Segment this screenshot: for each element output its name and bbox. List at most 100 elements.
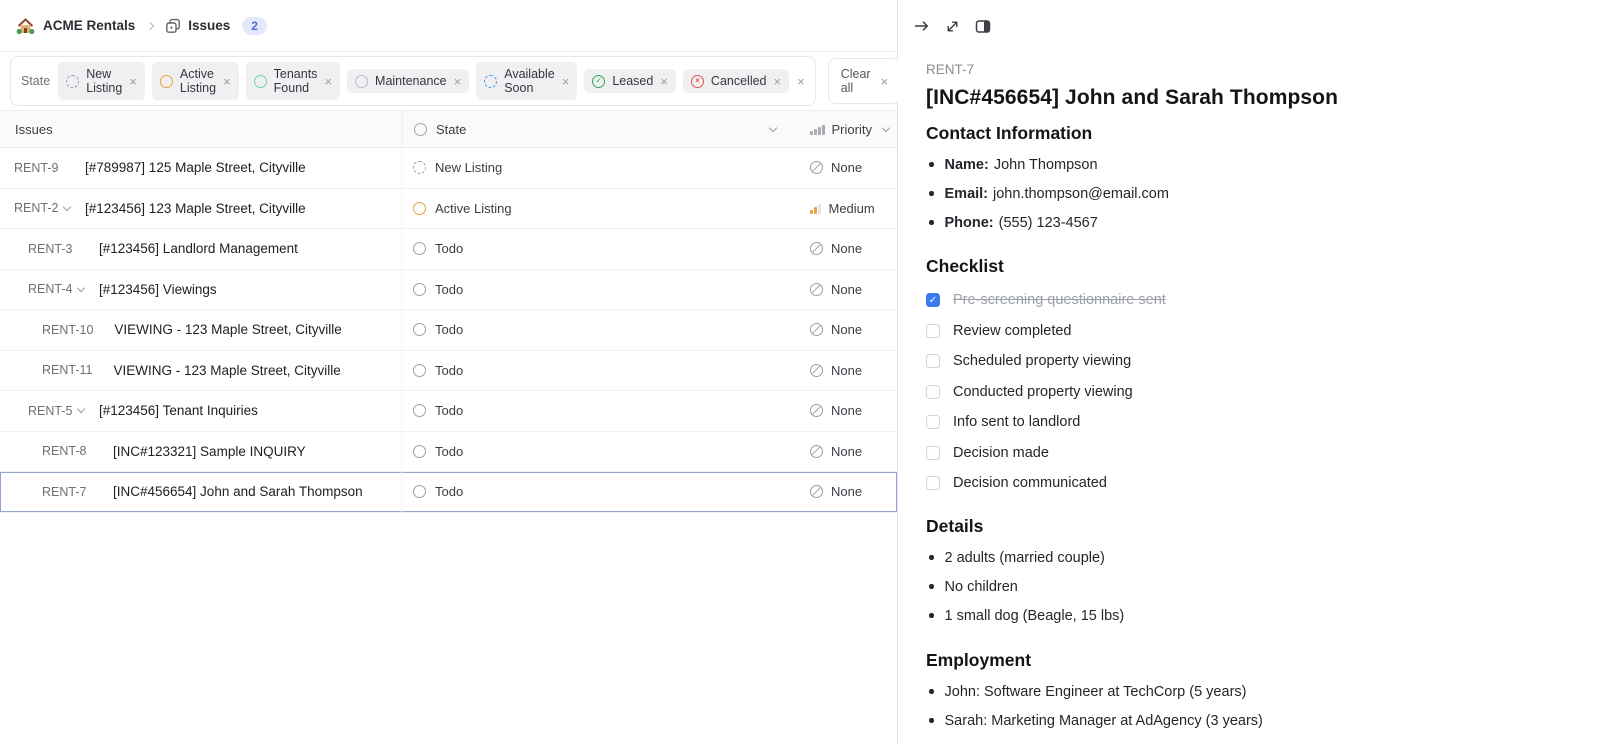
bullet-icon — [929, 689, 934, 694]
checkbox[interactable] — [926, 385, 940, 399]
priority-cell[interactable]: Medium — [790, 189, 897, 229]
list-item: 2 adults (married couple) — [926, 550, 1560, 567]
priority-label: None — [831, 484, 862, 499]
issue-id: RENT-11 — [42, 363, 92, 377]
checkbox[interactable] — [926, 476, 940, 490]
item-value: (555) 123-4567 — [999, 215, 1098, 232]
state-cell[interactable]: Todo — [402, 310, 790, 350]
chip-remove-icon[interactable]: × — [562, 75, 570, 88]
checklist-item-label: Conducted property viewing — [953, 384, 1133, 400]
checkbox[interactable] — [926, 354, 940, 368]
clear-all-filters-button[interactable]: Clear all × — [828, 58, 901, 104]
chevron-down-icon[interactable] — [78, 409, 92, 412]
state-filter-chip[interactable]: Active Listing × — [152, 62, 239, 100]
priority-label: None — [831, 322, 862, 337]
checklist-item-label: Review completed — [953, 323, 1071, 339]
column-header-priority[interactable]: Priority — [790, 111, 897, 147]
state-filter-chip[interactable]: Available Soon × — [476, 62, 577, 100]
bullet-icon — [929, 584, 934, 589]
state-filter-chip[interactable]: × Cancelled × — [683, 69, 789, 93]
priority-cell[interactable]: None — [790, 432, 897, 472]
expand-diagonal-icon[interactable] — [943, 17, 961, 35]
checkbox[interactable]: ✓ — [926, 293, 940, 307]
issues-icon — [165, 18, 181, 34]
priority-label: None — [831, 160, 862, 175]
priority-cell[interactable]: None — [790, 351, 897, 391]
chip-remove-icon[interactable]: × — [324, 75, 332, 88]
filter-group-close-icon[interactable]: × — [797, 75, 805, 88]
checkbox[interactable] — [926, 324, 940, 338]
priority-column-chevron-down-icon[interactable] — [882, 123, 890, 131]
state-filter-chip[interactable]: New Listing × — [58, 62, 145, 100]
chip-remove-icon[interactable]: × — [223, 75, 231, 88]
state-cell[interactable]: Todo — [402, 351, 790, 391]
table-row[interactable]: RENT-5 [#123456] Tenant Inquiries Todo N… — [0, 391, 897, 432]
table-row[interactable]: RENT-7 [INC#456654] John and Sarah Thomp… — [0, 472, 897, 513]
checkbox[interactable] — [926, 446, 940, 460]
issue-cell: RENT-8 [INC#123321] Sample INQUIRY — [0, 432, 402, 472]
state-cell[interactable]: Todo — [402, 432, 790, 472]
table-row[interactable]: RENT-9 [#789987] 125 Maple Street, Cityv… — [0, 148, 897, 189]
state-cell[interactable]: New Listing — [402, 148, 790, 188]
issues-table-body: RENT-9 [#789987] 125 Maple Street, Cityv… — [0, 148, 897, 513]
priority-cell[interactable]: None — [790, 472, 897, 512]
priority-label: None — [831, 241, 862, 256]
state-icon — [484, 75, 497, 88]
issue-id: RENT-8 — [42, 444, 92, 458]
chip-remove-icon[interactable]: × — [129, 75, 137, 88]
table-row[interactable]: RENT-8 [INC#123321] Sample INQUIRY Todo … — [0, 432, 897, 473]
state-filter-chip[interactable]: Maintenance × — [347, 69, 469, 93]
table-row[interactable]: RENT-10 VIEWING - 123 Maple Street, City… — [0, 310, 897, 351]
column-header-state[interactable]: State — [402, 111, 790, 147]
table-row[interactable]: RENT-4 [#123456] Viewings Todo None — [0, 270, 897, 311]
chevron-down-icon[interactable] — [64, 207, 78, 210]
priority-cell[interactable]: None — [790, 148, 897, 188]
side-panel-layout-icon[interactable] — [974, 17, 992, 35]
state-icon — [413, 485, 426, 498]
table-row[interactable]: RENT-3 [#123456] Landlord Management Tod… — [0, 229, 897, 270]
state-cell[interactable]: Todo — [402, 270, 790, 310]
state-label: Todo — [435, 484, 463, 499]
employment-list: John: Software Engineer at TechCorp (5 y… — [926, 684, 1560, 730]
priority-icon — [810, 283, 823, 296]
checkbox[interactable] — [926, 415, 940, 429]
issue-title: [#123456] Landlord Management — [99, 241, 298, 256]
chip-label: Tenants Found — [274, 67, 318, 95]
state-column-chevron-down-icon[interactable] — [769, 123, 777, 131]
item-value: 2 adults (married couple) — [945, 550, 1105, 567]
state-cell[interactable]: Todo — [402, 391, 790, 431]
issue-title: VIEWING - 123 Maple Street, Cityville — [114, 322, 341, 337]
state-filter-chip[interactable]: ✓ Leased × — [584, 69, 676, 93]
priority-icon — [810, 364, 823, 377]
chip-remove-icon[interactable]: × — [660, 75, 668, 88]
breadcrumb-issues[interactable]: Issues — [165, 18, 230, 34]
employment-heading: Employment — [926, 650, 1560, 671]
state-cell[interactable]: Todo — [402, 229, 790, 269]
close-panel-arrow-right-icon[interactable] — [912, 17, 930, 35]
priority-cell[interactable]: None — [790, 270, 897, 310]
issue-id: RENT-3 — [28, 242, 78, 256]
bullet-icon — [929, 162, 934, 167]
state-filter-group: State New Listing × Active Listing × Ten… — [10, 56, 816, 106]
item-value: 1 small dog (Beagle, 15 lbs) — [945, 608, 1125, 625]
state-icon — [413, 202, 426, 215]
list-item: 1 small dog (Beagle, 15 lbs) — [926, 608, 1560, 625]
table-row[interactable]: RENT-2 [#123456] 123 Maple Street, Cityv… — [0, 189, 897, 230]
chevron-down-icon[interactable] — [78, 288, 92, 291]
state-icon — [413, 404, 426, 417]
state-icon — [413, 161, 426, 174]
state-cell[interactable]: Active Listing — [402, 189, 790, 229]
issue-id: RENT-9 — [14, 161, 64, 175]
chip-remove-icon[interactable]: × — [774, 75, 782, 88]
breadcrumb-team[interactable]: ACME Rentals — [16, 17, 135, 35]
priority-cell[interactable]: None — [790, 229, 897, 269]
priority-cell[interactable]: None — [790, 391, 897, 431]
state-column-label: State — [436, 122, 466, 137]
state-icon — [66, 75, 79, 88]
state-filter-chip[interactable]: Tenants Found × — [246, 62, 340, 100]
state-cell[interactable]: Todo — [402, 472, 790, 512]
state-label: Todo — [435, 444, 463, 459]
table-row[interactable]: RENT-11 VIEWING - 123 Maple Street, City… — [0, 351, 897, 392]
chip-remove-icon[interactable]: × — [454, 75, 462, 88]
priority-cell[interactable]: None — [790, 310, 897, 350]
